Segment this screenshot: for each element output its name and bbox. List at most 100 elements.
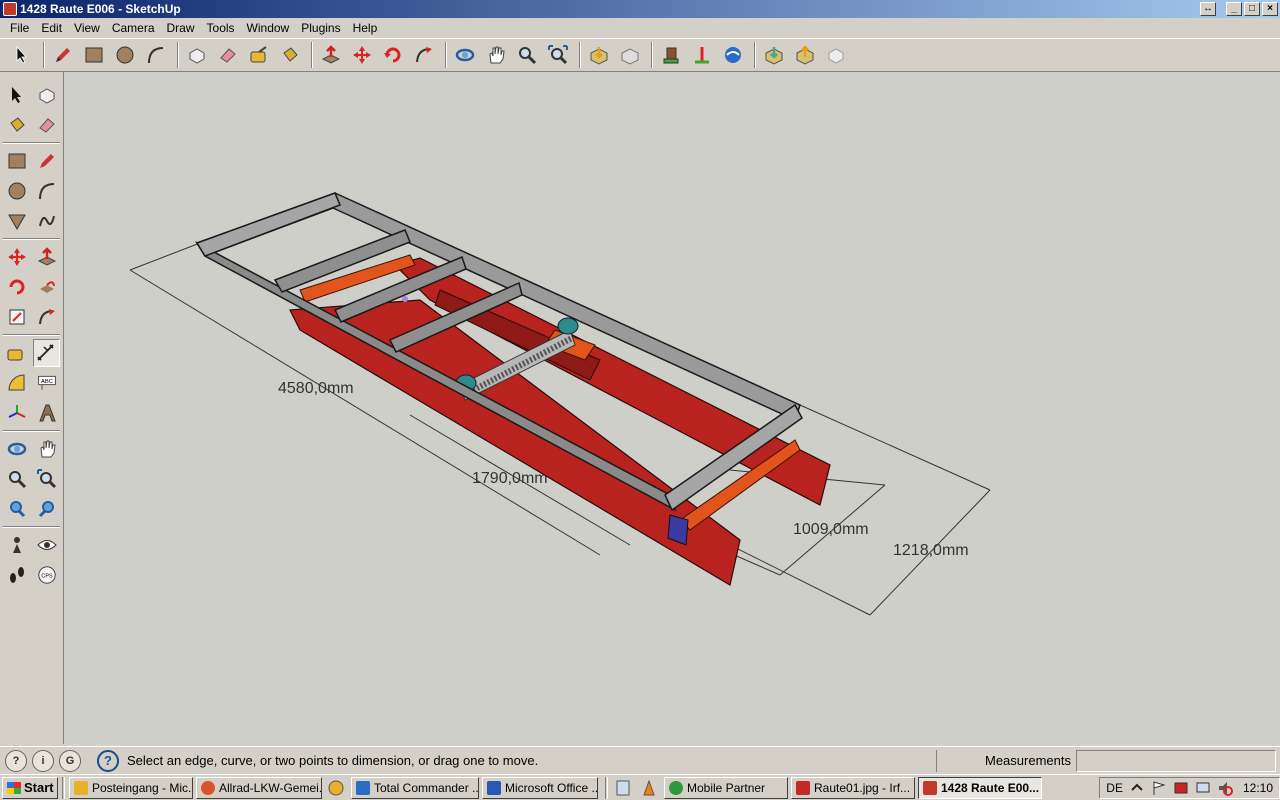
get-photo-textures-icon[interactable] [760,41,788,69]
menu-help[interactable]: Help [347,21,384,35]
task-mobile-partner[interactable]: Mobile Partner [664,776,788,799]
language-indicator[interactable]: DE [1106,781,1123,795]
menu-draw[interactable]: Draw [161,21,201,35]
word-icon [487,780,501,795]
eraser-tool-icon[interactable] [33,111,60,139]
orbit-icon[interactable] [451,41,479,69]
rotate-icon[interactable] [379,41,407,69]
network-icon[interactable] [1195,780,1211,796]
pan-tool-icon[interactable] [33,435,60,463]
credits-icon[interactable]: i [32,749,54,772]
move-tool-icon[interactable] [3,243,30,271]
task-total-commander[interactable]: Total Commander ... [351,776,479,799]
sketchup-app-icon[interactable] [3,2,17,16]
tape-measure-icon[interactable] [245,41,273,69]
3d-text-tool-icon[interactable] [33,399,60,427]
push-pull-icon[interactable] [317,41,345,69]
dimension-cross-span[interactable]: 1790,0mm [472,470,548,487]
task-microsoft-office[interactable]: Microsoft Office ... [482,776,598,799]
quicklaunch-icon[interactable] [325,777,347,799]
follow-me-tool-icon[interactable] [33,273,60,301]
follow-me-icon[interactable] [410,41,438,69]
tape-measure-tool-icon[interactable] [3,339,30,367]
make-component-icon[interactable] [183,41,211,69]
rectangle-tool-icon[interactable] [3,147,30,175]
google-earth-icon[interactable] [719,41,747,69]
dimension-total-length[interactable]: 4580,0mm [278,380,354,397]
menu-tools[interactable]: Tools [201,21,241,35]
menu-camera[interactable]: Camera [106,21,161,35]
axes-tool-icon[interactable] [3,399,30,427]
move-icon[interactable] [348,41,376,69]
dimension-inner-width[interactable]: 1009,0mm [793,521,869,538]
menu-file[interactable]: File [4,21,35,35]
zoom-tool-icon[interactable] [3,465,30,493]
scale-tool-icon[interactable] [3,303,30,331]
previous-view-tool-icon[interactable] [3,495,30,523]
task-firefox[interactable]: Allrad-LKW-Gemei... [196,776,322,799]
help-icon[interactable]: ? [97,749,119,772]
components-icon[interactable] [657,41,685,69]
look-around-tool-icon[interactable] [33,531,60,559]
user-icon[interactable]: G [59,749,81,772]
share-model-icon[interactable] [616,41,644,69]
menu-edit[interactable]: Edit [35,21,68,35]
dimension-tool-icon[interactable] [32,339,60,367]
line-tool-icon[interactable] [33,147,60,175]
section-plane-tool-icon[interactable]: CPS [33,561,60,589]
menu-view[interactable]: View [68,21,106,35]
calculator-icon[interactable] [612,777,634,799]
geo-location-icon[interactable]: ? [5,749,27,772]
model-canvas[interactable]: 4580,0mm 1790,0mm 1009,0mm 1218,0mm [64,72,1280,744]
model-viewport[interactable]: 4580,0mm 1790,0mm 1009,0mm 1218,0mm [64,72,1280,744]
restore-layout-button[interactable]: ↔ [1200,2,1216,16]
start-button[interactable]: Start [2,776,58,799]
orbit-tool-icon[interactable] [3,435,30,463]
circle-icon[interactable] [111,41,139,69]
add-location-icon[interactable] [688,41,716,69]
security-icon[interactable] [1173,780,1189,796]
menu-window[interactable]: Window [241,21,296,35]
select-icon[interactable] [8,41,36,69]
minimize-button[interactable]: _ [1226,2,1242,16]
pencil-icon[interactable] [49,41,77,69]
vlc-icon[interactable] [638,777,660,799]
next-view-tool-icon[interactable] [33,495,60,523]
arc-tool-icon[interactable] [33,177,60,205]
zoom-window-tool-icon[interactable] [33,465,60,493]
offset-tool-icon[interactable] [33,303,60,331]
chevron-up-icon[interactable] [1129,780,1145,796]
rectangle-icon[interactable] [80,41,108,69]
circle-tool-icon[interactable] [3,177,30,205]
rotate-tool-icon[interactable] [3,273,30,301]
eraser-icon[interactable] [214,41,242,69]
measurements-input[interactable] [1076,749,1276,772]
freehand-tool-icon[interactable] [33,207,60,235]
pan-icon[interactable] [482,41,510,69]
push-pull-tool-icon[interactable] [33,243,60,271]
paint-bucket-icon[interactable] [276,41,304,69]
maximize-button[interactable]: □ [1244,2,1260,16]
arc-icon[interactable] [142,41,170,69]
zoom-icon[interactable] [513,41,541,69]
share-component-icon[interactable] [791,41,819,69]
dimension-outer-width[interactable]: 1218,0mm [893,542,969,559]
position-camera-tool-icon[interactable] [3,531,30,559]
text-tool-icon[interactable]: ABC [33,369,60,397]
task-outlook[interactable]: Posteingang - Mic... [69,776,193,799]
paint-bucket-tool-icon[interactable] [3,111,30,139]
task-sketchup[interactable]: 1428 Raute E00... [918,776,1042,799]
walk-tool-icon[interactable] [3,561,30,589]
task-irfanview[interactable]: Raute01.jpg - Irf... [791,776,915,799]
menu-plugins[interactable]: Plugins [295,21,346,35]
flag-icon[interactable] [1151,780,1167,796]
zoom-extents-icon[interactable] [544,41,572,69]
volume-muted-icon[interactable] [1217,780,1233,796]
select-tool-icon[interactable] [3,81,30,109]
close-button[interactable]: × [1262,2,1278,16]
get-models-icon[interactable] [585,41,613,69]
polygon-tool-icon[interactable] [3,207,30,235]
make-component-tool-icon[interactable] [33,81,60,109]
preview-icon[interactable] [822,41,850,69]
protractor-tool-icon[interactable] [3,369,30,397]
